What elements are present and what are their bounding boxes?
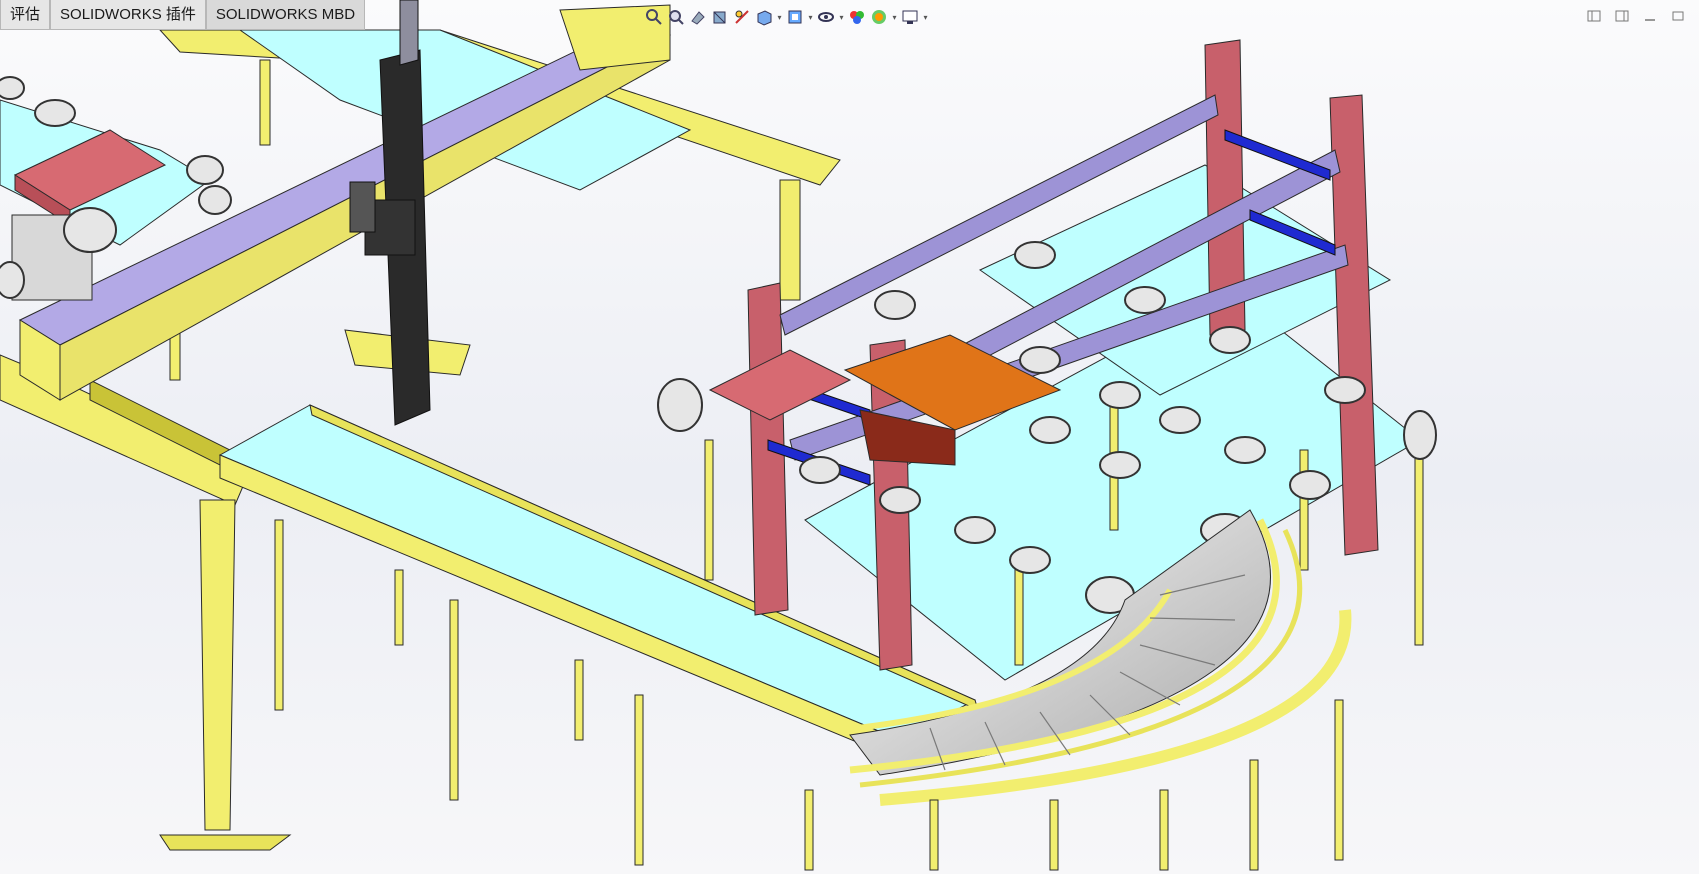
section-view-icon[interactable] xyxy=(709,6,731,28)
tab-solidworks-mbd[interactable]: SOLIDWORKS MBD xyxy=(205,0,366,30)
conveyor-assembly-model[interactable] xyxy=(0,0,1699,874)
zoom-to-area-icon[interactable] xyxy=(665,6,687,28)
previous-view-icon[interactable] xyxy=(687,6,709,28)
view-orientation-icon[interactable] xyxy=(753,6,775,28)
chevron-down-icon[interactable]: ▾ xyxy=(806,6,815,28)
heads-up-view-toolbar: ▾ ▾ ▾ ▾ ▾ xyxy=(643,5,930,29)
apply-scene-icon[interactable] xyxy=(868,6,890,28)
hide-show-items-icon[interactable] xyxy=(815,6,837,28)
view-settings-icon[interactable] xyxy=(899,6,921,28)
display-style-icon[interactable] xyxy=(784,6,806,28)
tile-right-icon[interactable] xyxy=(1611,6,1633,26)
window-controls xyxy=(1583,6,1689,26)
command-manager-tabs: 评估 SOLIDWORKS 插件 SOLIDWORKS MBD xyxy=(0,0,366,30)
chevron-down-icon[interactable]: ▾ xyxy=(921,6,930,28)
chevron-down-icon[interactable]: ▾ xyxy=(890,6,899,28)
tab-evaluate[interactable]: 评估 xyxy=(0,0,51,30)
main-straight-conveyor xyxy=(218,404,979,761)
tab-solidworks-addins[interactable]: SOLIDWORKS 插件 xyxy=(50,0,206,30)
zoom-to-fit-icon[interactable] xyxy=(643,6,665,28)
minimize-icon[interactable] xyxy=(1639,6,1661,26)
graphics-viewport[interactable]: 评估 SOLIDWORKS 插件 SOLIDWORKS MBD ▾ ▾ ▾ ▾ … xyxy=(0,0,1699,874)
tile-left-icon[interactable] xyxy=(1583,6,1605,26)
chevron-down-icon[interactable]: ▾ xyxy=(837,6,846,28)
chevron-down-icon[interactable]: ▾ xyxy=(775,6,784,28)
maximize-icon[interactable] xyxy=(1667,6,1689,26)
edit-appearance-icon[interactable] xyxy=(846,6,868,28)
dynamic-annotation-icon[interactable] xyxy=(731,6,753,28)
